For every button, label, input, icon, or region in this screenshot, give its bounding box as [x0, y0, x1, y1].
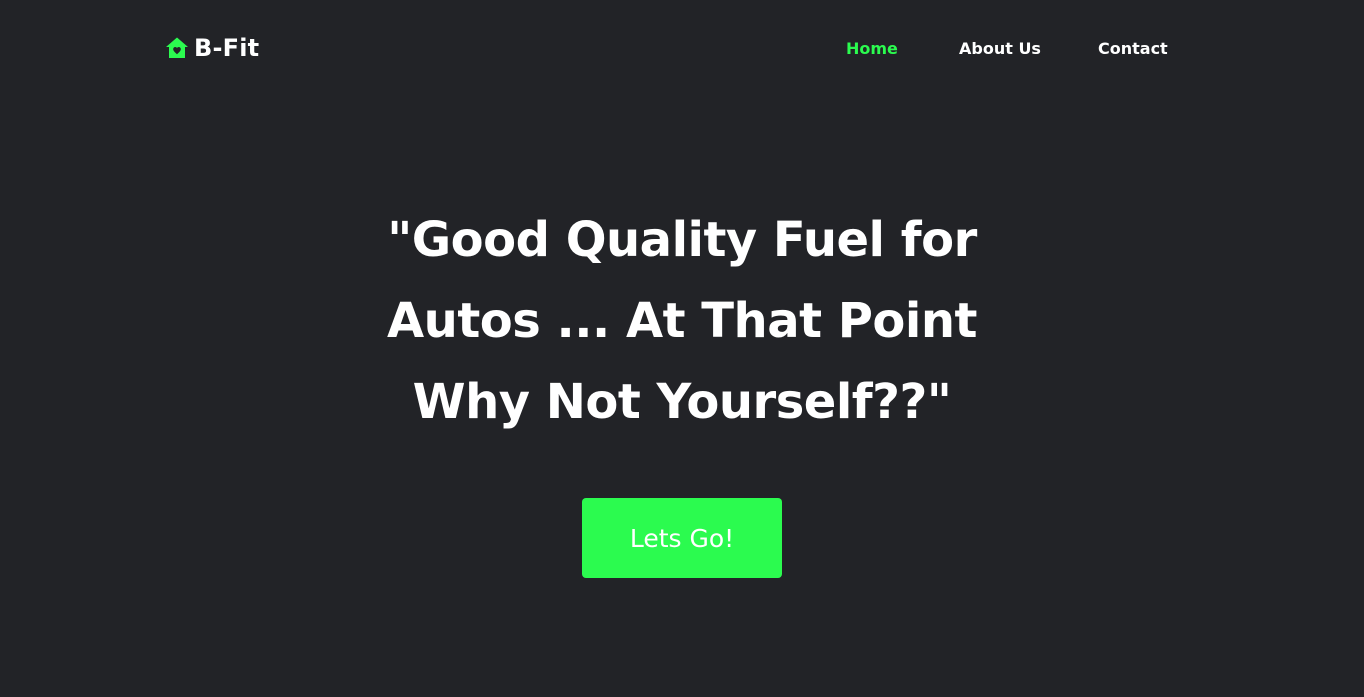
- nav-links: Home About Us Contact: [0, 37, 1364, 61]
- lets-go-button[interactable]: Lets Go!: [582, 498, 782, 578]
- hero-title-line-2: Autos ... At That Point: [387, 293, 977, 349]
- hero-title-line-3: Why Not Yourself??": [412, 374, 952, 430]
- page: B-Fit Home About Us Contact "Good Qualit…: [0, 0, 1364, 697]
- hero-title-line-1: "Good Quality Fuel for: [387, 212, 977, 268]
- hero-title: "Good Quality Fuel for Autos ... At That…: [332, 200, 1032, 443]
- nav-link-about-us[interactable]: About Us: [959, 37, 1041, 61]
- navbar: B-Fit Home About Us Contact: [0, 0, 1364, 97]
- nav-link-home[interactable]: Home: [846, 37, 898, 61]
- hero-section: "Good Quality Fuel for Autos ... At That…: [332, 200, 1032, 443]
- nav-link-contact[interactable]: Contact: [1098, 37, 1168, 61]
